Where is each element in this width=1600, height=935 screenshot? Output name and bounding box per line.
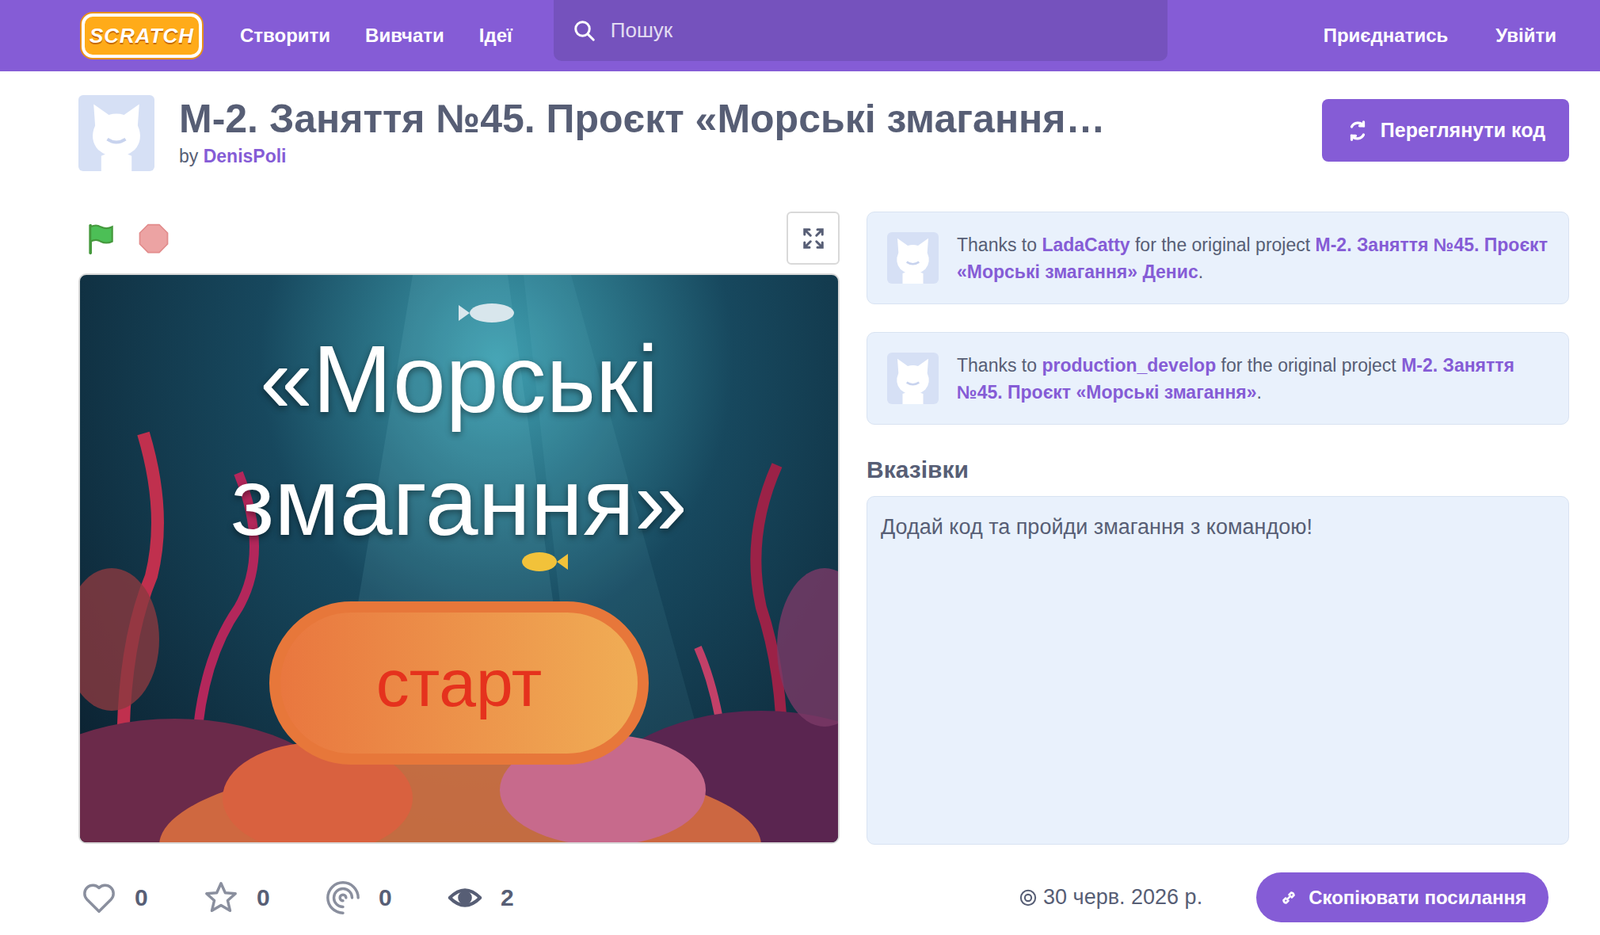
share-date: 30 черв. 2026 р. (1019, 880, 1203, 914)
date-text: 30 черв. 2026 р. (1043, 880, 1203, 914)
stat-count: 0 (378, 879, 393, 915)
see-inside-label[interactable]: Переглянути код (1380, 115, 1546, 146)
stat-count: 0 (256, 879, 271, 915)
info-column: Thanks to LadaCatty for the original pro… (866, 211, 1570, 845)
instructions-label: Вказівки (866, 453, 1570, 486)
love-icon[interactable] (80, 879, 118, 916)
credit-card: Thanks to LadaCatty for the original pro… (866, 211, 1570, 305)
stat-count: 2 (500, 879, 515, 915)
stat-count: 0 (134, 879, 149, 915)
stage-title: «Морські (259, 317, 659, 441)
top-bar: SCRATCH СтворитиВивчатиІдеї Приєднатись Уві… (0, 0, 1600, 72)
author-line: by DenisPoli (179, 144, 1105, 168)
signin-link[interactable]: Увійти (1495, 21, 1557, 50)
stage-title: змагання» (230, 440, 687, 564)
title-row: M-2. Заняття №45. Проєкт «Морські змаган… (78, 95, 1570, 172)
author-link[interactable]: DenisPoli (203, 145, 287, 167)
project-page: M-2. Заняття №45. Проєкт «Морські змаган… (0, 95, 1570, 922)
stats-row: 0 0 0 2 30 черв. 2026 р. Скопіювати посилання (78, 872, 1570, 922)
stop-icon[interactable] (137, 221, 171, 256)
stat-favorite[interactable]: 0 (202, 879, 325, 916)
instructions-box: Додай код та пройди змагання з командою! (866, 495, 1570, 845)
start-button[interactable]: старт (269, 601, 649, 765)
account-links: Приєднатись Увійти (1323, 21, 1557, 50)
credit-middle: for the original project (1130, 234, 1316, 256)
nav-item[interactable]: Створити (222, 21, 348, 50)
stage-content: «Морськізмагання» старт (80, 274, 839, 842)
copy-link-label[interactable]: Скопіювати посилання (1308, 883, 1527, 912)
fullscreen-button[interactable] (786, 211, 840, 265)
project-stage[interactable]: «Морськізмагання» старт (78, 273, 840, 844)
search-bar[interactable] (553, 0, 1168, 61)
fullscreen-icon (801, 226, 826, 251)
link-icon (1278, 887, 1300, 908)
stat-view: 2 (446, 879, 569, 916)
logo-text[interactable]: SCRATCH (89, 20, 195, 52)
credit-middle: for the original project (1215, 354, 1402, 376)
player-controls (78, 211, 840, 265)
project-body: «Морськізмагання» старт Thanks to LadaCatt… (78, 211, 1570, 845)
credit-card: Thanks to production_develop for the ori… (866, 331, 1570, 425)
see-inside-button[interactable]: Переглянути код (1321, 99, 1570, 162)
player-column: «Морськізмагання» старт (78, 211, 840, 844)
stat-remix[interactable]: 0 (324, 879, 447, 916)
credit-prefix: Thanks to (956, 354, 1042, 376)
instructions-text: Додай код та пройди змагання з командою! (880, 512, 1555, 541)
stat-love[interactable]: 0 (80, 879, 203, 916)
credit-avatar-icon[interactable] (887, 352, 939, 404)
credit-text: Thanks to production_develop for the ori… (956, 351, 1553, 406)
project-title: M-2. Заняття №45. Проєкт «Морські змаган… (179, 95, 1105, 143)
join-link[interactable]: Приєднатись (1323, 21, 1449, 50)
credit-avatar-icon[interactable] (887, 232, 939, 284)
nav-menu: СтворитиВивчатиІдеї (222, 21, 530, 50)
nav-item[interactable]: Вивчати (347, 21, 462, 50)
credit-user-link[interactable]: LadaCatty (1041, 234, 1130, 256)
title-block: M-2. Заняття №45. Проєкт «Морські змаган… (179, 95, 1105, 168)
author-avatar-icon[interactable] (78, 95, 155, 172)
search-icon (572, 19, 597, 43)
search-input[interactable] (610, 15, 1149, 46)
credit-text: Thanks to LadaCatty for the original pro… (956, 231, 1553, 286)
credit-suffix: . (1198, 261, 1204, 282)
green-flag-icon[interactable] (83, 220, 119, 256)
view-icon (446, 879, 484, 916)
scratch-logo[interactable]: SCRATCH (81, 13, 202, 58)
copy-link-button[interactable]: Скопіювати посилання (1256, 872, 1549, 922)
remix-icon[interactable] (324, 879, 362, 916)
nav-item[interactable]: Ідеї (461, 21, 530, 50)
credit-prefix: Thanks to (956, 234, 1042, 256)
copyright-icon (1019, 888, 1037, 907)
start-label[interactable]: старт (376, 649, 543, 717)
remix-arrows-icon (1345, 118, 1370, 143)
by-label: by (179, 145, 199, 167)
credit-user-link[interactable]: production_develop (1041, 354, 1216, 376)
credit-suffix: . (1257, 381, 1262, 403)
favorite-icon[interactable] (202, 879, 240, 916)
